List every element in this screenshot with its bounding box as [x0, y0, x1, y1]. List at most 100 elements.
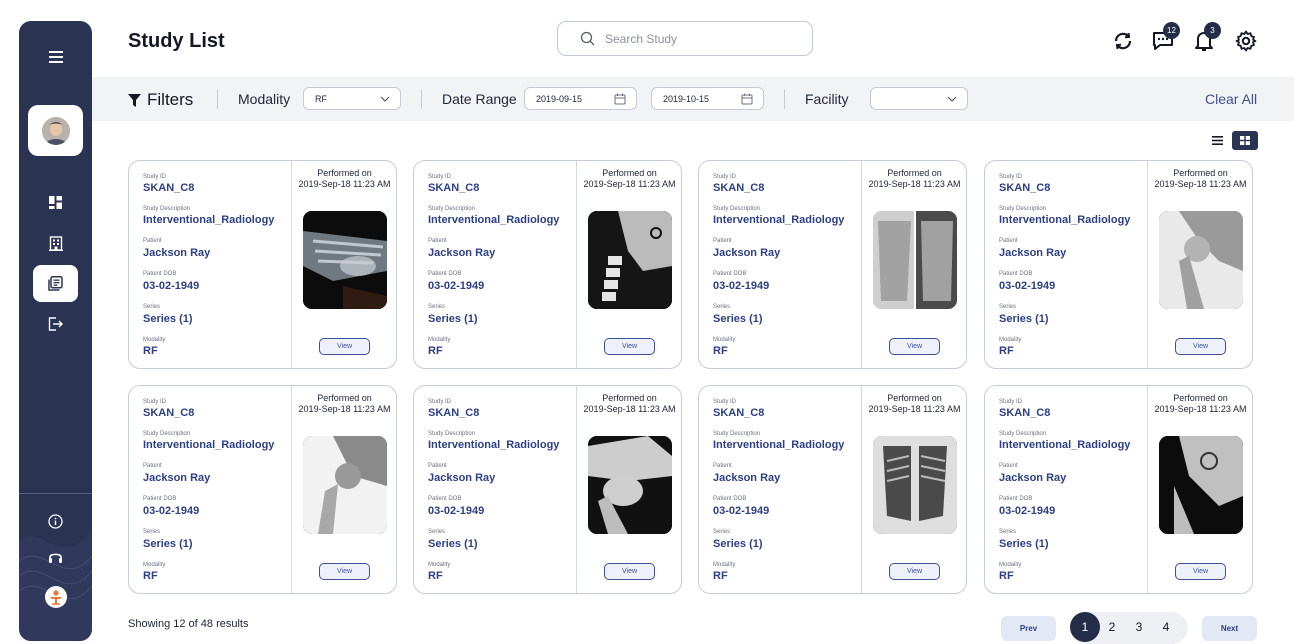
facility-select[interactable] — [870, 87, 968, 110]
patient-dob-label: Patient DOB — [999, 496, 1033, 502]
sidebar-item-logout[interactable] — [19, 314, 92, 334]
xray-thumbnail[interactable] — [588, 436, 672, 534]
series-label: Series — [428, 529, 446, 535]
page-4-button[interactable]: 4 — [1151, 612, 1181, 642]
date-to-field[interactable]: 2019-10-15 — [651, 87, 764, 110]
patient-value: Jackson Ray — [999, 472, 1067, 484]
performed-on-label: Performed on — [887, 168, 942, 178]
view-study-button[interactable]: View — [319, 563, 370, 580]
study-card[interactable]: Study ID SKAN_C8 Study Description Inter… — [128, 160, 397, 369]
view-study-button[interactable]: View — [604, 338, 655, 355]
series-label: Series — [428, 304, 446, 310]
filters-heading: Filters — [128, 90, 193, 110]
view-study-button[interactable]: View — [889, 338, 940, 355]
xray-thumbnail[interactable] — [1159, 211, 1243, 309]
modality-select[interactable]: RF — [303, 87, 401, 110]
view-study-button[interactable]: View — [889, 563, 940, 580]
series-label: Series — [713, 529, 731, 535]
xray-thumbnail[interactable] — [303, 436, 387, 534]
modality-value: RF — [713, 570, 728, 582]
sidebar-item-dashboard[interactable] — [19, 192, 92, 212]
view-study-button[interactable]: View — [604, 563, 655, 580]
patient-value: Jackson Ray — [713, 472, 781, 484]
performed-on-value: 2019-Sep-18 11:23 AM — [1154, 179, 1247, 189]
info-icon — [48, 513, 63, 529]
performed-on-value: 2019-Sep-18 11:23 AM — [583, 404, 676, 414]
list-view-button[interactable] — [1207, 131, 1228, 150]
patient-dob-value: 03-02-1949 — [999, 505, 1056, 517]
study-card[interactable]: Study ID SKAN_C8 Study Description Inter… — [698, 160, 967, 369]
patient-dob-value: 03-02-1949 — [999, 280, 1056, 292]
modality-value: RF — [143, 345, 158, 357]
study-description-label: Study Description — [999, 206, 1047, 212]
study-description-value: Interventional_Radiology — [999, 439, 1131, 451]
patient-dob-value: 03-02-1949 — [428, 280, 485, 292]
sidebar-item-info[interactable] — [19, 511, 92, 531]
xray-thumbnail[interactable] — [873, 436, 957, 534]
grid-view-button[interactable] — [1232, 131, 1258, 150]
performed-on-label: Performed on — [887, 393, 942, 403]
study-description-value: Interventional_Radiology — [713, 439, 845, 451]
patient-label: Patient — [999, 238, 1018, 244]
page-1-button[interactable]: 1 — [1070, 612, 1100, 642]
patient-label: Patient — [713, 238, 732, 244]
funnel-icon — [128, 93, 141, 107]
study-description-value: Interventional_Radiology — [143, 439, 275, 451]
patient-dob-label: Patient DOB — [999, 271, 1033, 277]
study-id-value: SKAN_C8 — [999, 407, 1051, 419]
modality-label: Modality — [238, 91, 291, 107]
xray-thumbnail[interactable] — [588, 211, 672, 309]
sidebar-item-brand[interactable] — [19, 584, 92, 610]
filter-divider — [217, 89, 218, 109]
gear-icon[interactable] — [1234, 29, 1258, 53]
performed-on-value: 2019-Sep-18 11:23 AM — [583, 179, 676, 189]
refresh-icon[interactable] — [1111, 29, 1135, 53]
sidebar-item-support[interactable] — [19, 547, 92, 567]
facility-label: Facility — [805, 91, 849, 107]
prev-button[interactable]: Prev — [1001, 616, 1056, 641]
card-divider — [861, 386, 862, 593]
xray-thumbnail[interactable] — [1159, 436, 1243, 534]
study-card[interactable]: Study ID SKAN_C8 Study Description Inter… — [984, 160, 1253, 369]
study-description-value: Interventional_Radiology — [428, 214, 560, 226]
performed-on-label: Performed on — [317, 393, 372, 403]
patient-label: Patient — [428, 238, 447, 244]
study-card[interactable]: Study ID SKAN_C8 Study Description Inter… — [698, 385, 967, 594]
modality-label: Modality — [999, 562, 1022, 568]
search-input[interactable] — [605, 31, 795, 46]
next-button[interactable]: Next — [1202, 616, 1257, 641]
clear-all-link[interactable]: Clear All — [1205, 91, 1257, 107]
sidebar-item-study-list[interactable] — [33, 265, 78, 302]
headset-icon — [49, 553, 62, 563]
card-divider — [861, 161, 862, 368]
patient-value: Jackson Ray — [999, 247, 1067, 259]
patient-dob-label: Patient DOB — [143, 496, 177, 502]
menu-toggle-button[interactable] — [19, 45, 92, 69]
study-card[interactable]: Study ID SKAN_C8 Study Description Inter… — [984, 385, 1253, 594]
patient-dob-value: 03-02-1949 — [713, 505, 770, 517]
patient-value: Jackson Ray — [143, 472, 211, 484]
patient-label: Patient — [713, 463, 732, 469]
user-avatar-button[interactable] — [28, 105, 83, 156]
chevron-down-icon — [380, 96, 390, 102]
date-from-field[interactable]: 2019-09-15 — [524, 87, 637, 110]
study-description-value: Interventional_Radiology — [713, 214, 845, 226]
study-card[interactable]: Study ID SKAN_C8 Study Description Inter… — [413, 385, 682, 594]
view-study-button[interactable]: View — [1175, 338, 1226, 355]
xray-thumbnail[interactable] — [873, 211, 957, 309]
view-study-button[interactable]: View — [319, 338, 370, 355]
modality-value: RF — [999, 345, 1014, 357]
view-study-button[interactable]: View — [1175, 563, 1226, 580]
study-card[interactable]: Study ID SKAN_C8 Study Description Inter… — [413, 160, 682, 369]
sidebar-item-facility[interactable] — [19, 233, 92, 253]
page-3-button[interactable]: 3 — [1124, 612, 1154, 642]
search-box[interactable] — [557, 21, 813, 56]
study-id-label: Study ID — [428, 399, 452, 405]
study-card[interactable]: Study ID SKAN_C8 Study Description Inter… — [128, 385, 397, 594]
modality-label: Modality — [428, 562, 451, 568]
page-2-button[interactable]: 2 — [1097, 612, 1127, 642]
study-description-label: Study Description — [428, 206, 476, 212]
date-range-label: Date Range — [442, 91, 517, 107]
xray-thumbnail[interactable] — [303, 211, 387, 309]
patient-dob-label: Patient DOB — [428, 271, 462, 277]
